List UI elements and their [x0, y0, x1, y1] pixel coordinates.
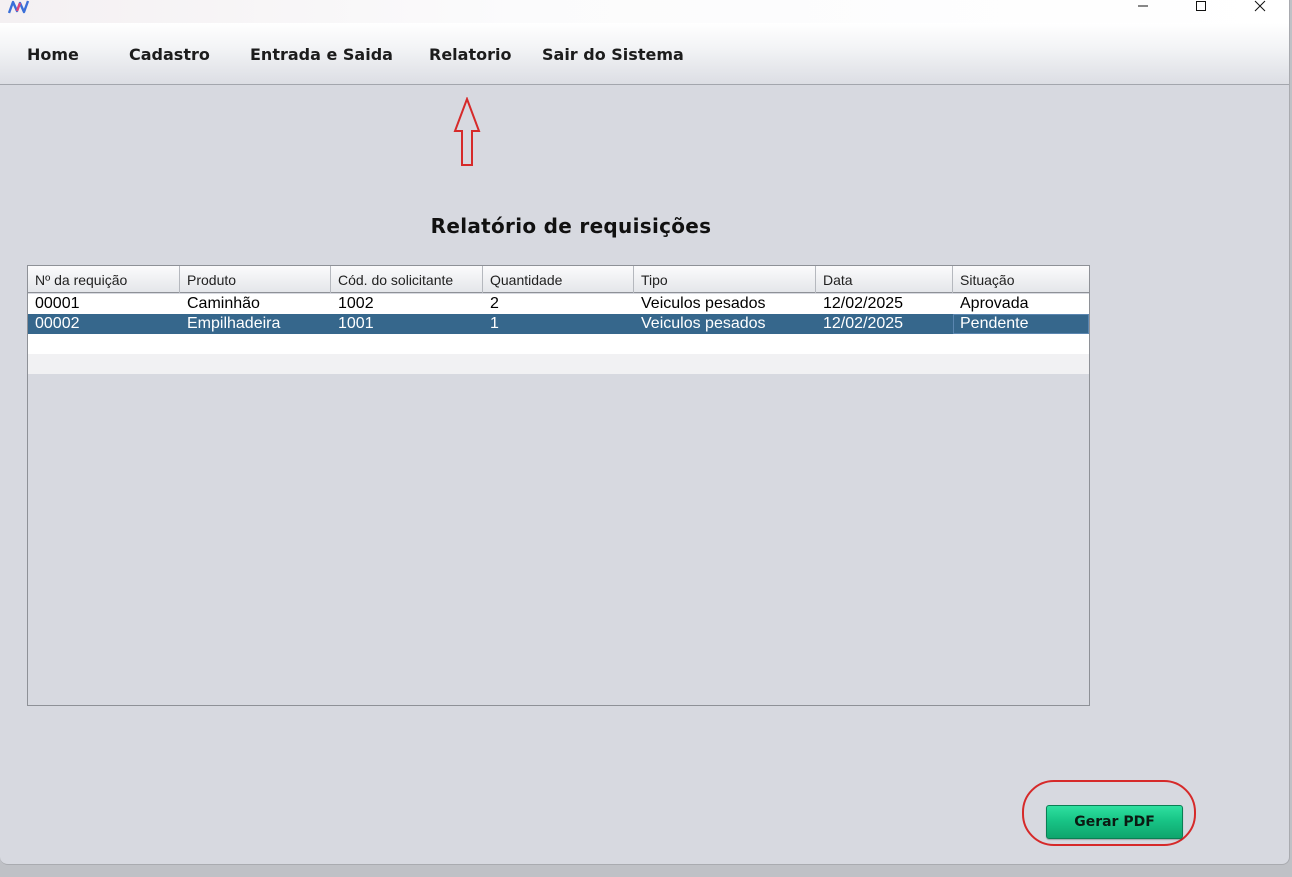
menu-item-entrada-e-saida[interactable]: Entrada e Saida: [250, 45, 393, 64]
column-header-produto[interactable]: Produto: [180, 266, 331, 293]
cell-cod-solicitante[interactable]: 1001: [331, 314, 483, 334]
cell-data[interactable]: 12/02/2025: [816, 314, 953, 334]
column-header-numero[interactable]: Nº da requição: [28, 266, 180, 293]
column-header-quantidade[interactable]: Quantidade: [483, 266, 634, 293]
up-arrow-icon: [453, 97, 481, 166]
minimize-icon: [1138, 5, 1148, 7]
table-row[interactable]: 00001 Caminhão 1002 2 Veiculos pesados 1…: [28, 294, 1089, 314]
column-header-situacao[interactable]: Situação: [953, 266, 1089, 293]
maximize-icon: [1196, 1, 1206, 11]
menu-bar: Home Cadastro Entrada e Saida Relatorio …: [0, 23, 1289, 85]
cell-tipo[interactable]: Veiculos pesados: [634, 314, 816, 334]
cell-numero[interactable]: 00001: [28, 294, 180, 314]
menu-item-sair-do-sistema[interactable]: Sair do Sistema: [542, 45, 684, 64]
application-window: Home Cadastro Entrada e Saida Relatorio …: [0, 0, 1290, 865]
maximize-button[interactable]: [1178, 0, 1224, 18]
menu-item-cadastro[interactable]: Cadastro: [129, 45, 210, 64]
cell-quantidade[interactable]: 1: [483, 314, 634, 334]
empty-row: [28, 334, 1089, 354]
requisitions-table: Nº da requição Produto Cód. do solicitan…: [27, 265, 1090, 706]
menu-item-home[interactable]: Home: [27, 45, 79, 64]
generate-pdf-button[interactable]: Gerar PDF: [1046, 805, 1183, 839]
cell-tipo[interactable]: Veiculos pesados: [634, 294, 816, 314]
empty-row: [28, 354, 1089, 374]
cell-cod-solicitante[interactable]: 1002: [331, 294, 483, 314]
report-title: Relatório de requisições: [430, 214, 712, 238]
cell-produto[interactable]: Empilhadeira: [180, 314, 331, 334]
table-row-selected[interactable]: 00002 Empilhadeira 1001 1 Veiculos pesad…: [28, 314, 1089, 334]
close-icon: [1254, 0, 1266, 12]
cell-data[interactable]: 12/02/2025: [816, 294, 953, 314]
cell-produto[interactable]: Caminhão: [180, 294, 331, 314]
app-logo-icon: [8, 0, 30, 14]
title-bar: [0, 0, 1289, 23]
cell-quantidade[interactable]: 2: [483, 294, 634, 314]
cell-situacao-focused[interactable]: Pendente: [953, 314, 1089, 334]
column-header-data[interactable]: Data: [816, 266, 953, 293]
minimize-button[interactable]: [1120, 0, 1166, 18]
cell-situacao[interactable]: Aprovada: [953, 294, 1089, 314]
column-header-cod-solicitante[interactable]: Cód. do solicitante: [331, 266, 483, 293]
table-body: 00001 Caminhão 1002 2 Veiculos pesados 1…: [28, 294, 1089, 374]
menu-item-relatorio[interactable]: Relatorio: [429, 45, 511, 64]
cell-numero[interactable]: 00002: [28, 314, 180, 334]
table-header: Nº da requição Produto Cód. do solicitan…: [28, 266, 1089, 293]
column-header-tipo[interactable]: Tipo: [634, 266, 816, 293]
close-button[interactable]: [1237, 0, 1283, 18]
